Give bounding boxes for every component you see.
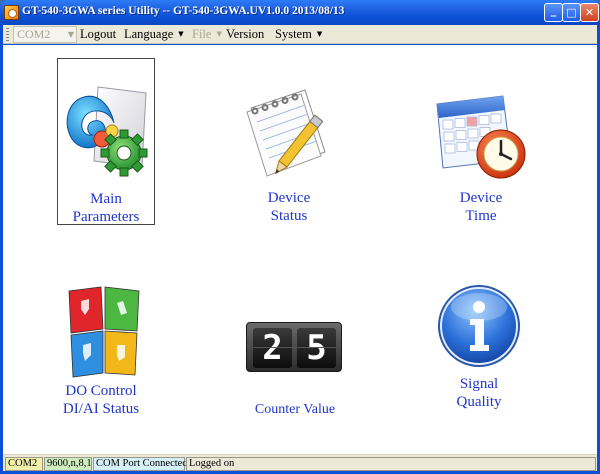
chevron-down-icon: ▼ <box>67 30 74 39</box>
maximize-icon: □ <box>566 6 577 19</box>
dropdown-arrow-icon: ▼ <box>178 30 184 38</box>
window-title: GT-540-3GWA series Utility -- GT-540-3GW… <box>22 5 345 17</box>
device-status-line1: Device <box>267 190 311 206</box>
signal-quality-line1: Signal <box>459 376 499 392</box>
counter-value-label: Counter Value <box>254 402 336 417</box>
signal-quality-tile[interactable]: Signal Quality <box>427 275 531 410</box>
do-control-line2: DI/AI Status <box>62 401 140 417</box>
close-button[interactable]: ✕ <box>580 3 599 22</box>
settings-gear-icon <box>66 86 148 177</box>
app-window: GT-540-3GWA series Utility -- GT-540-3GW… <box>0 0 600 474</box>
do-control-tile[interactable]: DO Control DI/AI Status <box>45 277 157 422</box>
switch-blocks-icon <box>68 286 140 378</box>
menu-file[interactable]: File ▼ <box>192 26 222 43</box>
menu-language[interactable]: Language ▼ <box>124 26 184 43</box>
status-port: COM2 <box>5 457 43 471</box>
device-time-line1: Device <box>459 190 503 206</box>
maximize-button[interactable]: □ <box>562 3 581 22</box>
counter-digit: 2 <box>253 328 292 368</box>
menu-version[interactable]: Version <box>226 26 264 43</box>
notepad-pencil-icon <box>246 89 326 177</box>
main-parameters-line1: Main <box>90 191 122 207</box>
status-login: Logged on <box>186 457 596 471</box>
close-icon: ✕ <box>584 6 595 19</box>
status-settings: 9600,n,8,1 <box>44 457 92 471</box>
menu-bar: COM2 ▼ Logout Language ▼ File ▼ Version Sy… <box>3 25 597 44</box>
signal-quality-line2: Quality <box>456 394 502 410</box>
dropdown-arrow-icon: ▼ <box>216 30 222 38</box>
device-status-line2: Status <box>270 208 308 224</box>
menu-version-label: Version <box>226 27 265 41</box>
menu-language-label: Language <box>124 27 174 41</box>
menu-file-label: File <box>192 27 212 41</box>
main-parameters-line2: Parameters <box>72 209 140 225</box>
menu-logout-label: Logout <box>80 27 117 41</box>
status-connection: COM Port Connected <box>93 457 188 471</box>
device-time-tile[interactable]: Device Time <box>429 58 533 225</box>
info-icon <box>438 285 520 367</box>
title-bar[interactable]: GT-540-3GWA series Utility -- GT-540-3GW… <box>0 0 600 25</box>
minimize-icon: _ <box>550 4 557 17</box>
counter-split-line <box>253 347 336 348</box>
app-icon <box>4 5 19 20</box>
counter-value-tile[interactable]: 2 5 Counter Value <box>233 313 357 423</box>
port-select[interactable]: COM2 ▼ <box>13 26 77 43</box>
counter-digit: 5 <box>297 328 336 368</box>
do-control-line1: DO Control <box>65 383 137 399</box>
device-status-tile[interactable]: Device Status <box>237 58 341 225</box>
minimize-button[interactable]: _ <box>544 3 563 22</box>
calendar-clock-icon <box>436 95 526 179</box>
device-time-line2: Time <box>465 208 497 224</box>
counter-display-icon: 2 5 <box>246 322 342 372</box>
menu-logout[interactable]: Logout <box>80 26 116 43</box>
menu-system[interactable]: System ▼ <box>275 26 322 43</box>
status-bar: COM2 9600,n,8,1 COM Port Connected Logge… <box>3 454 597 471</box>
dropdown-arrow-icon: ▼ <box>316 30 323 38</box>
main-panel: Main Parameters Device Status Device Tim… <box>3 45 597 454</box>
port-select-value: COM2 <box>17 27 51 41</box>
menu-system-label: System <box>275 27 312 41</box>
main-parameters-tile[interactable]: Main Parameters <box>57 58 155 225</box>
toolbar-grip[interactable] <box>6 28 9 41</box>
